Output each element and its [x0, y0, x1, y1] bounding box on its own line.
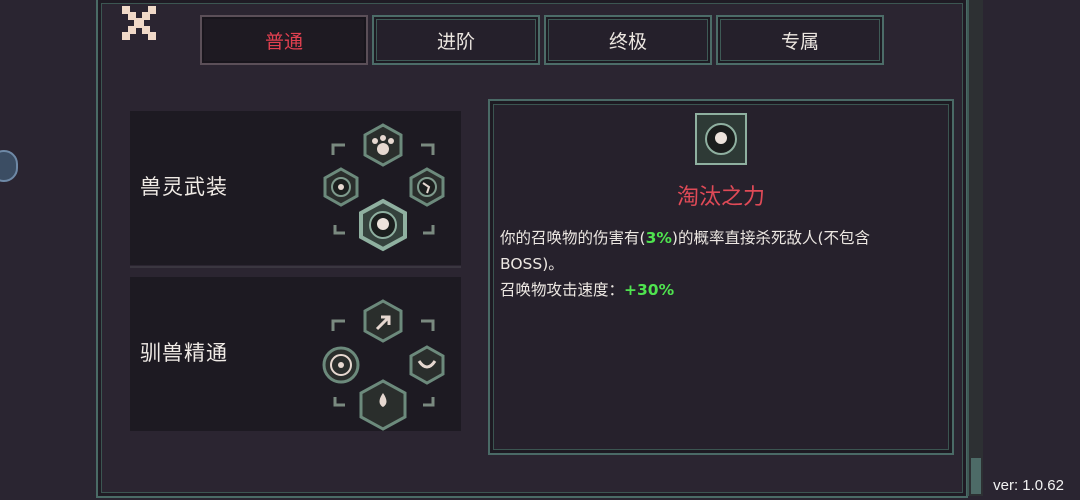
skull-rune-icon — [695, 113, 747, 165]
scrollbar[interactable] — [967, 0, 983, 496]
drops-rune-icon[interactable] — [359, 379, 407, 431]
skill-divider — [130, 266, 461, 268]
paw-icon[interactable] — [363, 123, 403, 167]
skull-rune-icon[interactable] — [359, 198, 407, 252]
fang-rune-icon[interactable] — [409, 345, 445, 385]
skill-description: 你的召唤物的伤害有(3%)的概率直接杀死敌人(不包含 BOSS)。 召唤物攻击速… — [500, 229, 870, 299]
tab-normal-label: 普通 — [264, 30, 303, 53]
skill-detail-panel: 淘汰之力 你的召唤物的伤害有(3%)的概率直接杀死敌人(不包含 BOSS)。 召… — [488, 99, 954, 455]
skill-card-beast-taming-mastery[interactable]: 驯兽精通 — [130, 277, 461, 431]
arrow-target-icon[interactable] — [363, 299, 403, 343]
tab-advanced[interactable]: 进阶 — [372, 15, 540, 65]
side-menu-button[interactable] — [0, 150, 18, 182]
tab-exclusive-label: 专属 — [780, 30, 819, 53]
close-icon[interactable] — [122, 6, 156, 40]
skill-name: 驯兽精通 — [140, 341, 228, 365]
skill-card-beast-spirit-arms[interactable]: 兽灵武装 — [130, 111, 461, 265]
skill-title: 淘汰之力 — [676, 185, 765, 210]
tab-exclusive[interactable]: 专属 — [716, 15, 884, 65]
tab-normal[interactable]: 普通 — [200, 15, 368, 65]
flame-rune-icon[interactable] — [323, 167, 359, 207]
skill-name: 兽灵武装 — [140, 175, 228, 199]
tab-advanced-label: 进阶 — [436, 30, 475, 53]
attack-speed-value: +30% — [624, 281, 675, 299]
skill-icon-cluster — [322, 299, 445, 431]
skill-icon-cluster — [323, 123, 445, 252]
claw-rune-icon[interactable] — [409, 167, 445, 207]
version-label: ver: 1.0.62 — [993, 477, 1064, 494]
chance-value: 3% — [645, 229, 672, 247]
circle-rune-icon[interactable] — [322, 346, 360, 384]
tab-ultimate[interactable]: 终极 — [544, 15, 712, 65]
tab-ultimate-label: 终极 — [608, 30, 647, 53]
scroll-thumb[interactable] — [971, 458, 981, 494]
